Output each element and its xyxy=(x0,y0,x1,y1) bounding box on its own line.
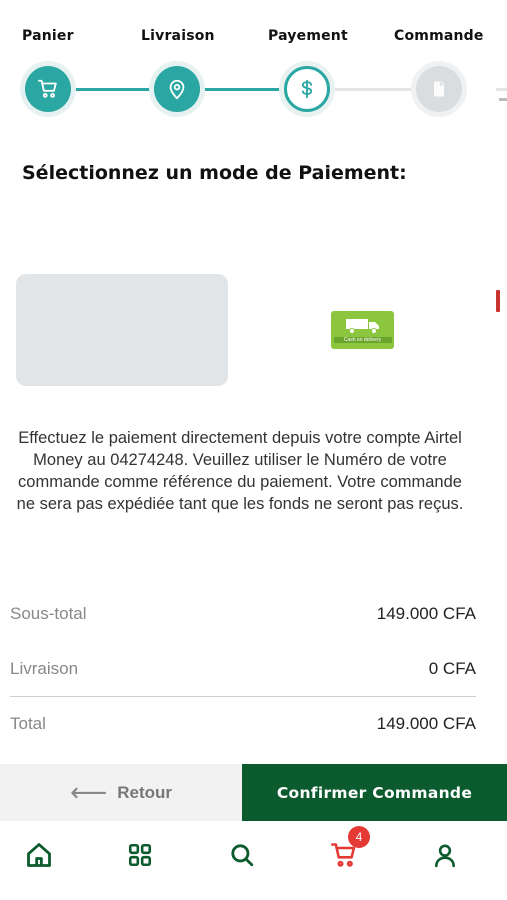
nav-categories[interactable] xyxy=(122,838,158,872)
step-commande[interactable] xyxy=(416,66,462,112)
cash-on-delivery-option[interactable]: Cash on delivery xyxy=(331,311,394,349)
cod-logo-text: Cash on delivery xyxy=(333,337,392,343)
truck-icon xyxy=(345,319,379,334)
delivery-label: Livraison xyxy=(10,659,79,678)
step-connector xyxy=(324,88,422,91)
airtel-money-option[interactable] xyxy=(16,274,228,386)
step-connector xyxy=(496,88,507,91)
confirm-order-button[interactable]: Confirmer Commande xyxy=(242,764,507,821)
cart-icon xyxy=(37,79,57,98)
nav-account[interactable] xyxy=(427,838,463,872)
home-icon xyxy=(27,843,51,867)
summary-divider xyxy=(10,696,476,697)
step-payement[interactable] xyxy=(284,66,330,112)
stepper-overflow-hint xyxy=(499,98,507,101)
total-label: Total xyxy=(10,714,46,733)
step-label-panier: Panier xyxy=(22,28,74,44)
user-icon xyxy=(435,844,455,868)
location-pin-icon xyxy=(169,79,185,100)
subtotal-label: Sous-total xyxy=(10,604,87,623)
step-connector xyxy=(192,88,290,91)
step-livraison[interactable] xyxy=(154,66,200,112)
total-value: 149.000 CFA xyxy=(376,714,476,733)
page-title: Sélectionnez un mode de Paiement: xyxy=(22,162,407,184)
dollar-icon xyxy=(301,79,313,99)
search-icon xyxy=(231,844,254,867)
step-label-livraison: Livraison xyxy=(141,28,215,44)
grid-icon xyxy=(128,843,152,867)
step-label-commande: Commande xyxy=(394,28,484,44)
total-row: Total 149.000 CFA xyxy=(10,714,476,734)
step-label-payement: Payement xyxy=(268,28,348,44)
nav-home[interactable] xyxy=(21,838,57,872)
step-panier[interactable] xyxy=(25,66,71,112)
order-icon xyxy=(434,81,444,97)
back-button-label: Retour xyxy=(117,782,173,802)
payment-instructions: Effectuez le paiement directement depuis… xyxy=(16,429,464,513)
subtotal-row: Sous-total 149.000 CFA xyxy=(10,604,476,624)
arrow-left-icon: ⟵ xyxy=(69,777,108,808)
cart-count-badge: 4 xyxy=(348,826,370,848)
delivery-row: Livraison 0 CFA xyxy=(10,659,476,679)
delivery-value: 0 CFA xyxy=(428,659,476,678)
next-option-edge xyxy=(496,290,500,312)
back-button[interactable]: ⟵ Retour xyxy=(0,764,242,821)
subtotal-value: 149.000 CFA xyxy=(376,604,476,623)
nav-search[interactable] xyxy=(224,838,260,872)
